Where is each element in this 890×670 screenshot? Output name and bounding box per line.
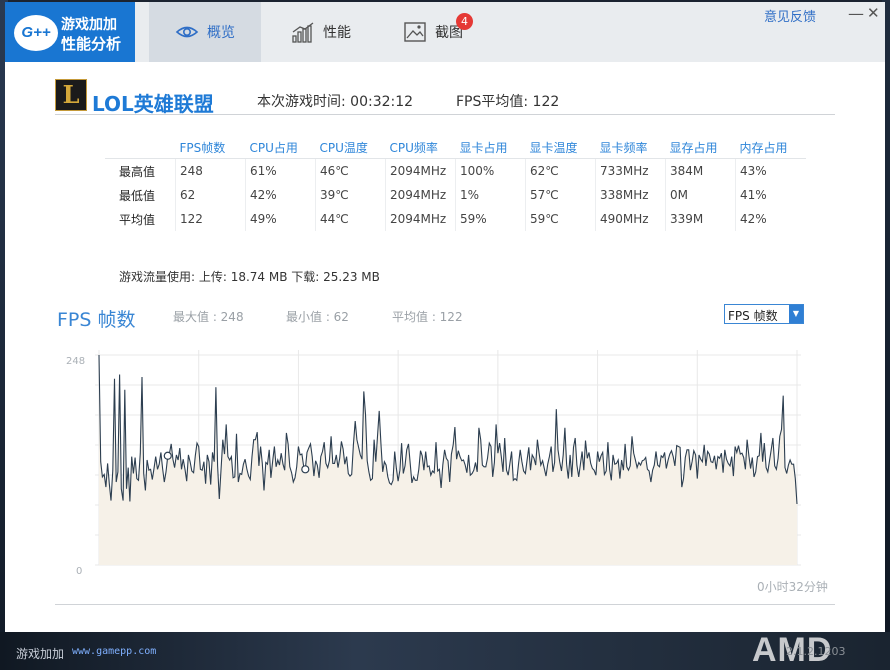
stats-col-header: 显卡占用 (455, 136, 526, 159)
app-logo: G++ 游戏加加 性能分析 (5, 2, 135, 62)
app-window: G++ 游戏加加 性能分析 概览 性能 截图 4 意见反馈 — ✕ L LOL英… (5, 2, 885, 632)
stats-col-header: CPU温度 (315, 136, 386, 159)
row-label: 最低值 (119, 188, 156, 203)
version-label: 2.1.2.1203 (786, 645, 846, 658)
metric-select-value: FPS 帧数 (728, 309, 778, 323)
table-cell: 44℃ (315, 207, 386, 231)
fps-avg-label: 平均值 : 122 (392, 310, 463, 324)
stats-col-header: 显卡频率 (595, 136, 666, 159)
lol-game-icon: L (55, 79, 87, 111)
stats-header-row: FPS帧数 CPU占用 CPU温度 CPU频率 显卡占用 显卡温度 显卡频率 显… (105, 136, 806, 159)
table-cell: 43% (735, 158, 806, 183)
fps-average-summary: FPS平均值: 122 (456, 94, 560, 110)
table-cell: 100% (455, 158, 526, 183)
table-cell: 62℃ (525, 158, 596, 183)
fps-max-label: 最大值 : 248 (173, 310, 244, 324)
stats-table: FPS帧数 CPU占用 CPU温度 CPU频率 显卡占用 显卡温度 显卡频率 显… (105, 136, 806, 231)
table-cell: 39℃ (315, 183, 386, 207)
table-cell: 384M (665, 158, 736, 183)
table-cell: 62 (175, 183, 246, 207)
table-cell: 59℃ (525, 207, 596, 231)
table-cell: 733MHz (595, 158, 666, 183)
divider (55, 114, 835, 115)
stats-col-header: 显卡温度 (525, 136, 596, 159)
session-time: 本次游戏时间: 00:32:12 (257, 94, 414, 110)
table-cell: 42% (245, 183, 316, 207)
footer-url[interactable]: www.gamepp.com (72, 646, 156, 657)
stats-col-header: CPU频率 (385, 136, 456, 159)
fps-chart-heading: FPS 帧数 (57, 309, 136, 331)
chevron-down-icon[interactable]: ▼ (789, 305, 803, 323)
tab-overview[interactable]: 概览 (149, 2, 261, 62)
metric-select[interactable]: FPS 帧数 ▼ (724, 304, 804, 324)
logo-text-line2: 性能分析 (61, 35, 122, 53)
table-cell: 46℃ (315, 158, 386, 183)
table-cell: 49% (245, 207, 316, 231)
tab-performance[interactable]: 性能 (281, 2, 361, 62)
minimize-button[interactable]: — (848, 4, 864, 23)
table-row: 最低值 62 42% 39℃ 2094MHz 1% 57℃ 338MHz 0M … (105, 183, 806, 207)
table-cell: 57℃ (525, 183, 596, 207)
stats-col-header: 显存占用 (665, 136, 736, 159)
screenshot-count-badge: 4 (456, 13, 473, 30)
tab-screenshots[interactable]: 截图 (393, 2, 473, 62)
image-icon (403, 20, 427, 44)
row-label: 平均值 (119, 212, 156, 227)
table-cell: 2094MHz (385, 158, 456, 183)
fps-point-marker (301, 465, 310, 474)
y-tick-label: 0 (76, 566, 83, 577)
table-cell: 1% (455, 183, 526, 207)
fps-line-chart (95, 350, 801, 566)
table-row: 平均值 122 49% 44℃ 2094MHz 59% 59℃ 490MHz 3… (105, 207, 806, 231)
fps-point-marker (163, 451, 172, 460)
eye-icon (175, 20, 199, 44)
table-cell: 59% (455, 207, 526, 231)
divider (55, 604, 835, 605)
table-cell: 2094MHz (385, 207, 456, 231)
bar-chart-icon (291, 20, 315, 44)
stats-col-header: FPS帧数 (175, 136, 246, 159)
table-cell: 490MHz (595, 207, 666, 231)
top-bar: G++ 游戏加加 性能分析 概览 性能 截图 4 意见反馈 — ✕ (5, 2, 885, 62)
stats-col-header: CPU占用 (245, 136, 316, 159)
table-cell: 248 (175, 158, 246, 183)
stats-corner-cell (105, 136, 176, 159)
y-tick-label: 248 (66, 356, 86, 367)
table-row: 最高值 248 61% 46℃ 2094MHz 100% 62℃ 733MHz … (105, 158, 806, 183)
table-cell: 0M (665, 183, 736, 207)
fps-min-label: 最小值 : 62 (286, 310, 349, 324)
table-cell: 2094MHz (385, 183, 456, 207)
footer-app-name: 游戏加加 (16, 647, 65, 661)
tab-performance-label: 性能 (323, 25, 351, 41)
feedback-link[interactable]: 意见反馈 (764, 6, 816, 25)
tab-overview-label: 概览 (207, 25, 235, 41)
table-cell: 122 (175, 207, 246, 231)
stats-col-header: 内存占用 (735, 136, 806, 159)
table-cell: 339M (665, 207, 736, 231)
game-title: LOL英雄联盟 (92, 92, 214, 116)
close-button[interactable]: ✕ (867, 4, 880, 22)
table-cell: 61% (245, 158, 316, 183)
table-cell: 42% (735, 207, 806, 231)
table-cell: 41% (735, 183, 806, 207)
traffic-usage: 游戏流量使用: 上传: 18.74 MB 下载: 25.23 MB (119, 270, 380, 284)
x-end-label: 0小时32分钟 (757, 580, 828, 594)
row-label: 最高值 (119, 164, 156, 179)
logo-text-line1: 游戏加加 (61, 17, 117, 33)
table-cell: 338MHz (595, 183, 666, 207)
logo-badge-icon: G++ (14, 15, 58, 51)
